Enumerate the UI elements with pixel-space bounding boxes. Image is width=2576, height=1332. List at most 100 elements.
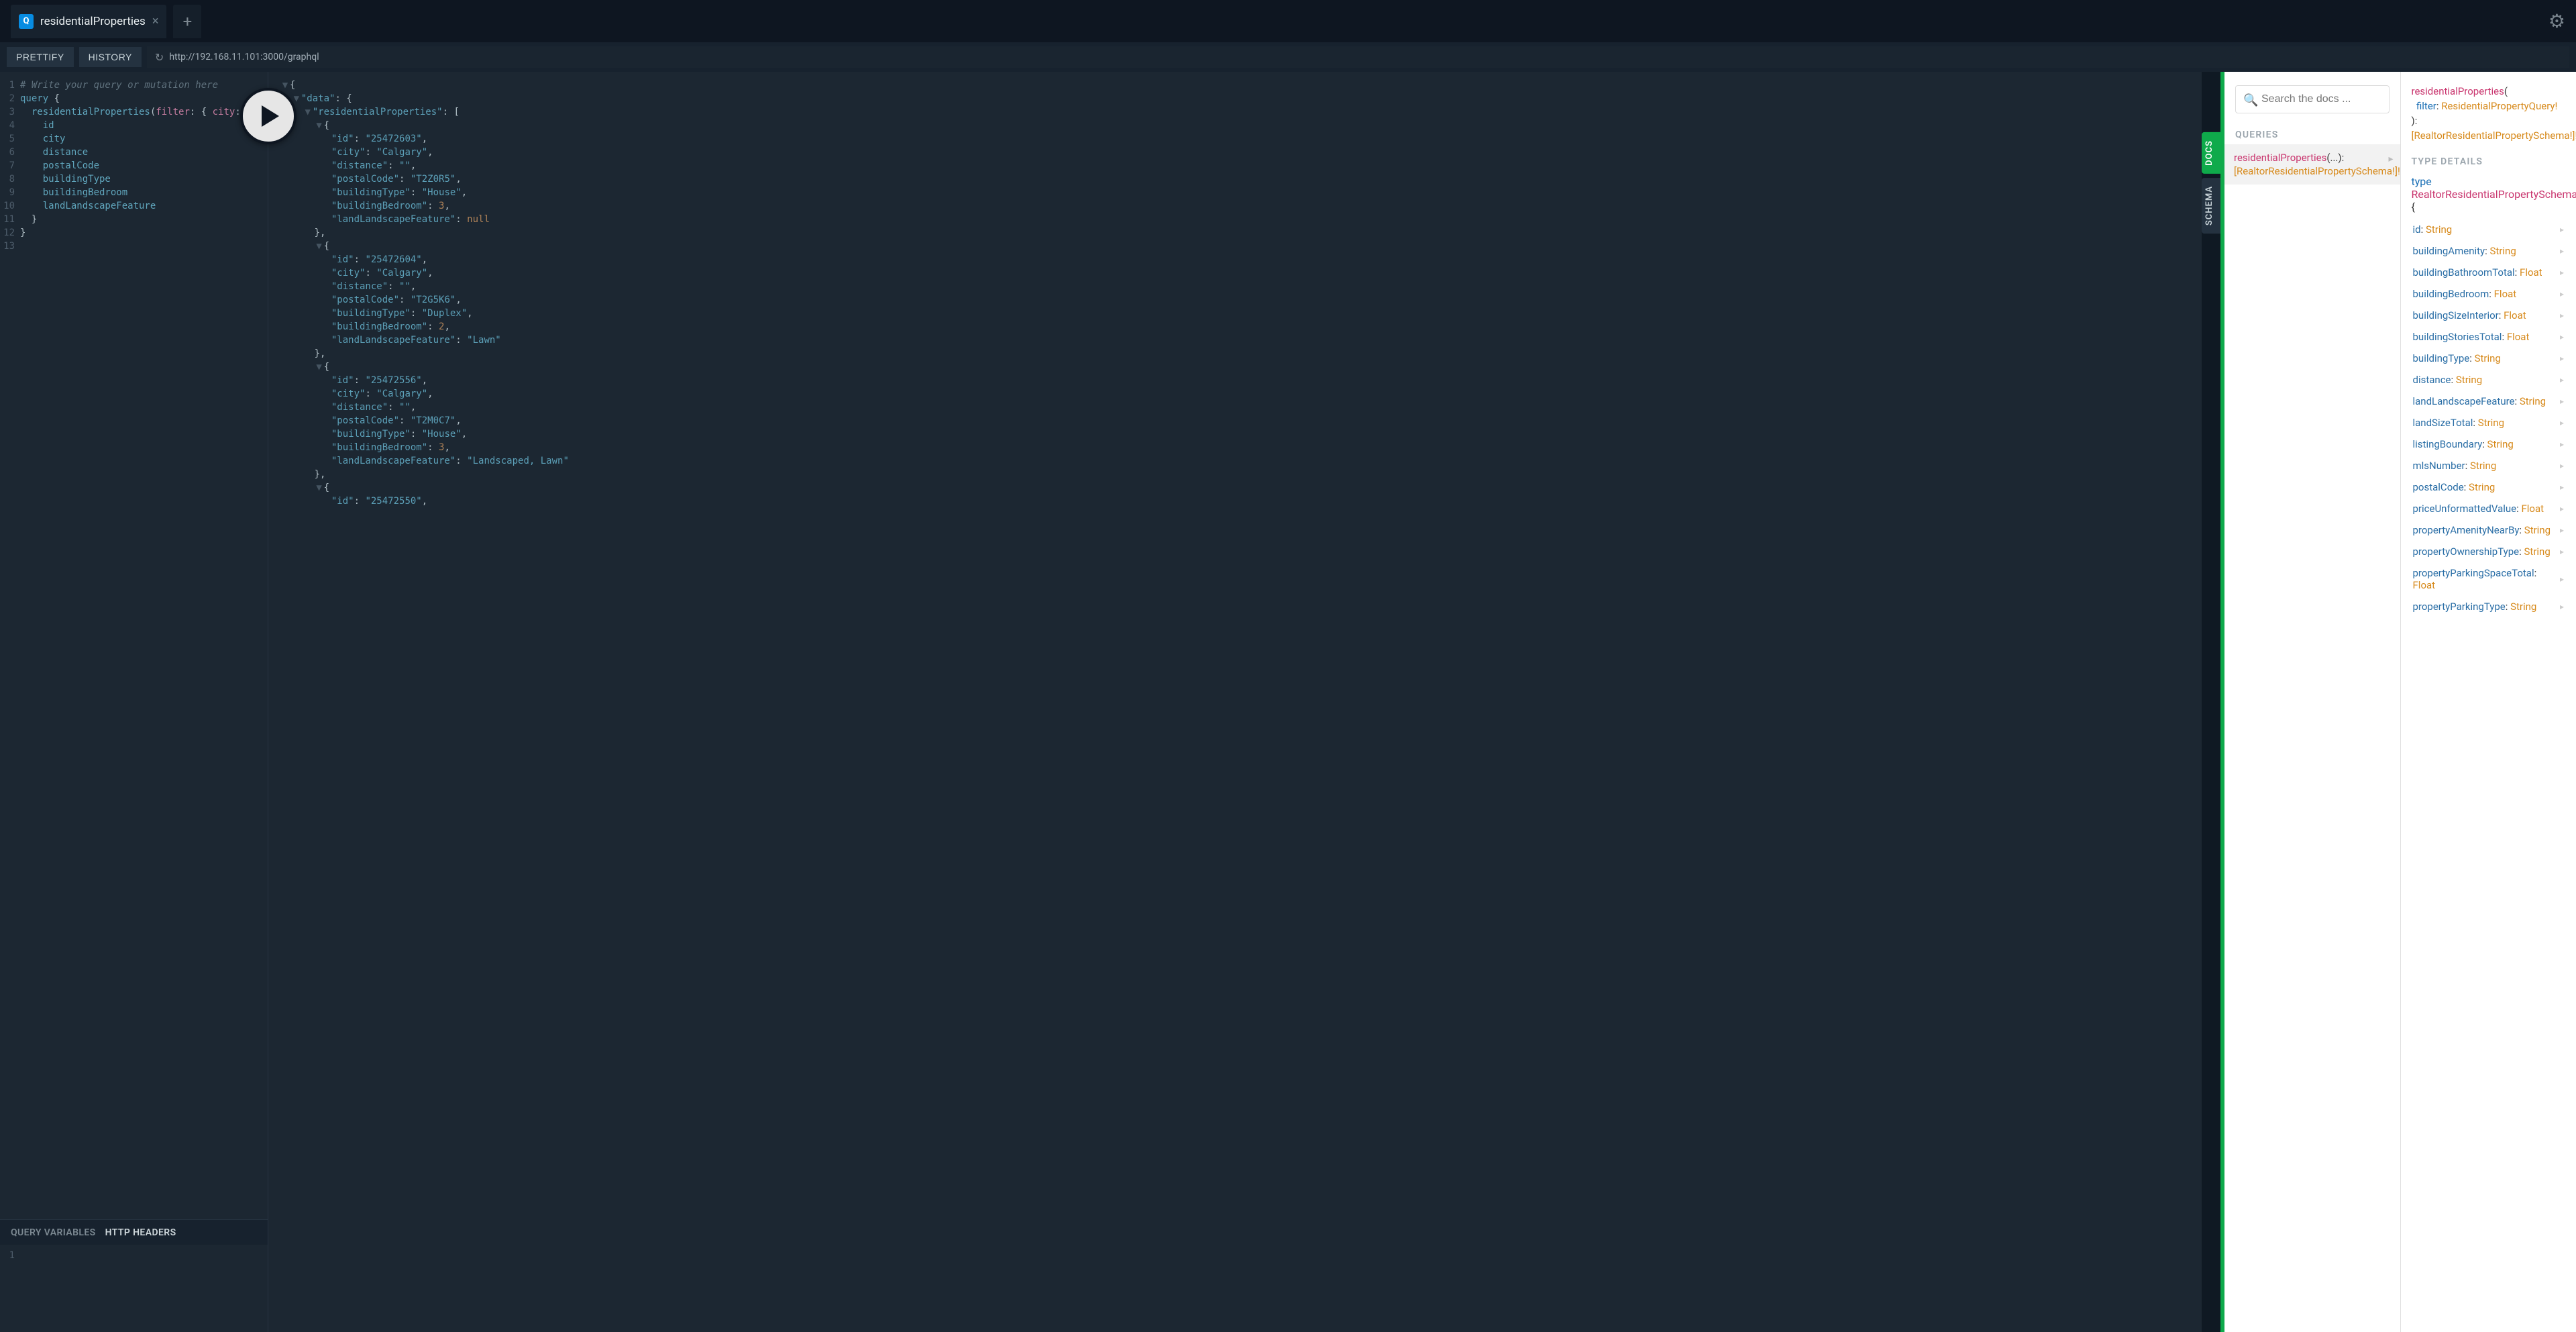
field-type: String: [2487, 438, 2514, 450]
section-queries-title: QUERIES: [2224, 120, 2400, 144]
gear-icon[interactable]: ⚙: [2548, 10, 2565, 32]
chevron-right-icon: ▸: [2388, 152, 2393, 166]
toolbar: PRETTIFY HISTORY ↻ http://192.168.11.101…: [0, 42, 2576, 72]
field-name: id: [2413, 223, 2421, 236]
field-name: propertyOwnershipType: [2413, 546, 2520, 558]
chevron-right-icon: ▸: [2560, 440, 2564, 449]
signature: residentialProperties( filter: Residenti…: [2401, 72, 2576, 147]
variables-tabs: QUERY VARIABLES HTTP HEADERS: [0, 1219, 268, 1245]
chevron-right-icon: ▸: [2560, 268, 2564, 277]
field-name: buildingSizeInterior: [2413, 309, 2499, 321]
chevron-right-icon: ▸: [2560, 461, 2564, 470]
execute-button[interactable]: [240, 88, 297, 144]
field-name: propertyParkingType: [2413, 601, 2506, 613]
main: 1 2 3 4 5 6 7 8 9 10 11 12 13 # Write yo…: [0, 72, 2576, 1332]
close-icon[interactable]: ×: [152, 14, 159, 28]
field-type: Float: [2413, 579, 2436, 591]
chevron-right-icon: ▸: [2560, 547, 2564, 556]
field-name: priceUnformattedValue: [2413, 503, 2517, 515]
field-name: propertyAmenityNearBy: [2413, 524, 2520, 536]
field-type: Float: [2494, 288, 2517, 300]
field-type: String: [2510, 601, 2536, 613]
chevron-right-icon: ▸: [2560, 332, 2564, 342]
results-pane[interactable]: ▼{ ▼"data": { ▼"residentialProperties": …: [268, 72, 2202, 1332]
prettify-button[interactable]: PRETTIFY: [7, 47, 74, 67]
field-name: landSizeTotal: [2413, 417, 2473, 429]
field-row[interactable]: mlsNumber: String▸: [2401, 455, 2576, 476]
field-row[interactable]: buildingBathroomTotal: Float▸: [2401, 262, 2576, 283]
field-type: String: [2490, 245, 2516, 257]
field-row[interactable]: buildingAmenity: String▸: [2401, 240, 2576, 262]
field-name: distance: [2413, 374, 2451, 386]
editor-code[interactable]: # Write your query or mutation here quer…: [20, 79, 268, 1219]
new-tab-button[interactable]: +: [173, 5, 201, 38]
doc-side-tabs: DOCS SCHEMA: [2202, 72, 2220, 1332]
chevron-right-icon: ▸: [2560, 397, 2564, 406]
var-gutter: 1: [0, 1249, 20, 1332]
variables-editor[interactable]: 1: [0, 1245, 268, 1332]
field-row[interactable]: buildingSizeInterior: Float▸: [2401, 305, 2576, 326]
tab-bar: Q residentialProperties × + ⚙: [0, 0, 2576, 42]
chevron-right-icon: ▸: [2560, 311, 2564, 320]
field-name: landLandscapeFeature: [2413, 395, 2515, 407]
query-pane: 1 2 3 4 5 6 7 8 9 10 11 12 13 # Write yo…: [0, 72, 268, 1332]
var-code[interactable]: [20, 1249, 268, 1332]
docs-panel: 🔍 QUERIES residentialProperties(...): [R…: [2224, 72, 2576, 1332]
chevron-right-icon: ▸: [2560, 225, 2564, 234]
field-row[interactable]: landSizeTotal: String▸: [2401, 412, 2576, 433]
field-type: Float: [2504, 309, 2526, 321]
field-type: Float: [2507, 331, 2530, 343]
field-type: String: [2524, 546, 2551, 558]
field-type: Float: [2521, 503, 2544, 515]
search-icon: 🔍: [2243, 93, 2258, 107]
field-name: buildingStoriesTotal: [2413, 331, 2502, 343]
field-type: String: [2475, 352, 2501, 364]
field-row[interactable]: propertyAmenityNearBy: String▸: [2401, 519, 2576, 541]
field-list: id: String▸buildingAmenity: String▸build…: [2401, 216, 2576, 624]
query-entry[interactable]: residentialProperties(...): [RealtorResi…: [2224, 144, 2400, 185]
chevron-right-icon: ▸: [2560, 289, 2564, 299]
field-row[interactable]: propertyParkingSpaceTotal: Float▸: [2401, 562, 2576, 596]
type-keyword: type: [2412, 175, 2432, 188]
field-name: buildingBathroomTotal: [2413, 266, 2515, 278]
field-type: String: [2524, 524, 2551, 536]
field-row[interactable]: listingBoundary: String▸: [2401, 433, 2576, 455]
field-name: buildingBedroom: [2413, 288, 2489, 300]
tab-active[interactable]: Q residentialProperties ×: [11, 5, 166, 38]
url-bar[interactable]: ↻ http://192.168.11.101:3000/graphql: [147, 46, 2569, 68]
reload-icon[interactable]: ↻: [155, 51, 164, 64]
field-row[interactable]: postalCode: String▸: [2401, 476, 2576, 498]
query-editor[interactable]: 1 2 3 4 5 6 7 8 9 10 11 12 13 # Write yo…: [0, 72, 268, 1219]
tab-schema[interactable]: SCHEMA: [2202, 178, 2220, 234]
tab-docs[interactable]: DOCS: [2202, 132, 2220, 174]
tab-title: residentialProperties: [40, 15, 146, 28]
tab-query-variables[interactable]: QUERY VARIABLES: [11, 1227, 96, 1238]
chevron-right-icon: ▸: [2560, 525, 2564, 535]
field-type: Float: [2520, 266, 2542, 278]
docs-details-col: residentialProperties( filter: Residenti…: [2401, 72, 2576, 1332]
field-row[interactable]: landLandscapeFeature: String▸: [2401, 391, 2576, 412]
docs-queries-col: 🔍 QUERIES residentialProperties(...): [R…: [2224, 72, 2401, 1332]
history-button[interactable]: HISTORY: [79, 47, 142, 67]
chevron-right-icon: ▸: [2560, 504, 2564, 513]
docs-search-input[interactable]: [2235, 85, 2390, 113]
section-type-details-title: TYPE DETAILS: [2401, 147, 2576, 171]
field-type: String: [2469, 481, 2495, 493]
field-row[interactable]: propertyOwnershipType: String▸: [2401, 541, 2576, 562]
chevron-right-icon: ▸: [2560, 418, 2564, 427]
results-json: ▼{ ▼"data": { ▼"residentialProperties": …: [268, 72, 2202, 515]
field-name: buildingType: [2413, 352, 2470, 364]
field-row[interactable]: distance: String▸: [2401, 369, 2576, 391]
field-name: buildingAmenity: [2413, 245, 2485, 257]
field-row[interactable]: priceUnformattedValue: Float▸: [2401, 498, 2576, 519]
field-type: String: [2456, 374, 2482, 386]
tab-http-headers[interactable]: HTTP HEADERS: [105, 1227, 176, 1238]
field-row[interactable]: id: String▸: [2401, 219, 2576, 240]
field-name: propertyParkingSpaceTotal: [2413, 567, 2534, 579]
field-row[interactable]: buildingBedroom: Float▸: [2401, 283, 2576, 305]
chevron-right-icon: ▸: [2560, 354, 2564, 363]
field-row[interactable]: buildingType: String▸: [2401, 348, 2576, 369]
field-row[interactable]: buildingStoriesTotal: Float▸: [2401, 326, 2576, 348]
field-type: String: [2478, 417, 2504, 429]
field-row[interactable]: propertyParkingType: String▸: [2401, 596, 2576, 617]
